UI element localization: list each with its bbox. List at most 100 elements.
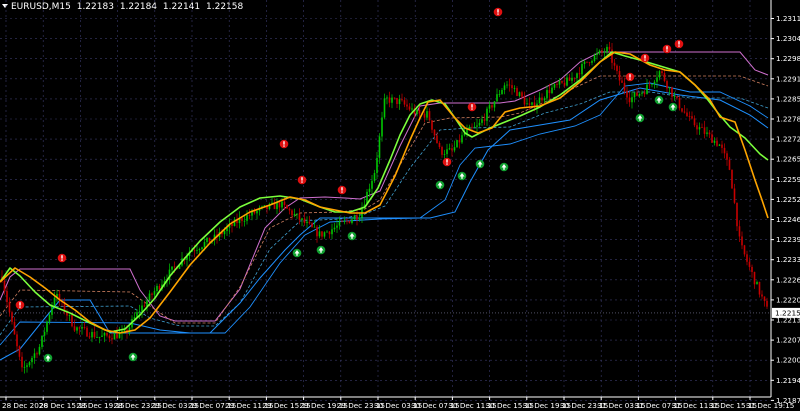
candle-body — [198, 248, 201, 250]
candle-body — [46, 321, 48, 332]
candle-body — [441, 146, 443, 155]
candle-body — [11, 312, 13, 322]
candle-body — [606, 46, 608, 53]
candle-body — [503, 85, 506, 90]
candle-body — [481, 119, 483, 123]
candle-body — [576, 73, 578, 78]
red-exclamation-circle-icon — [297, 175, 307, 185]
candle-body — [706, 132, 708, 134]
candle-body — [93, 331, 96, 338]
candle-body — [246, 215, 248, 221]
candle-body — [551, 87, 553, 94]
candle-body — [761, 294, 763, 297]
red-exclamation-circle-icon — [467, 102, 477, 112]
candle-body — [388, 97, 391, 103]
candle-body — [313, 226, 316, 228]
price-tick-label: 1.23110 — [776, 14, 800, 23]
candle-body — [543, 98, 546, 101]
candle-body — [678, 97, 681, 109]
candle-body — [123, 330, 126, 331]
candle-body — [648, 84, 651, 86]
candle-body — [338, 221, 341, 226]
buy-signal-stem — [47, 358, 49, 361]
sell-signal-dot — [666, 50, 668, 52]
candle-body — [383, 98, 386, 118]
candle-body — [346, 220, 348, 222]
candle-body — [326, 231, 328, 233]
buy-signal-stem — [320, 250, 322, 253]
buy-signal-stem — [503, 167, 505, 170]
candle-body — [231, 223, 233, 226]
candle-body — [396, 98, 398, 105]
candle-body — [701, 127, 703, 128]
candle-body — [446, 149, 448, 155]
price-tick-label: 1.22005 — [776, 356, 800, 365]
candle-body — [51, 305, 53, 315]
buy-signal-stem — [132, 357, 134, 360]
sell-signal-bar — [678, 41, 680, 45]
price-axis[interactable]: 1.23110 1.23045 1.22980 1.22915 1.22850 1.227… — [771, 14, 800, 405]
candle-body — [571, 77, 573, 81]
candle-body — [303, 218, 306, 223]
candle-body — [711, 134, 713, 143]
candle-body — [541, 97, 543, 101]
candle-body — [653, 81, 656, 85]
candle-body — [583, 61, 586, 64]
candle-body — [478, 122, 481, 126]
current-price-label: 1.22158 — [775, 308, 800, 317]
candle-body — [398, 99, 401, 105]
price-tick-label: 1.22720 — [776, 135, 800, 144]
candle-body — [141, 305, 143, 312]
candle-body — [371, 180, 373, 189]
candle-body — [433, 129, 436, 136]
candle-body — [686, 112, 688, 117]
candle-body — [486, 108, 488, 121]
candle-body — [223, 231, 226, 235]
candle-body — [278, 202, 281, 208]
candle-body — [713, 140, 716, 143]
buy-signal-stem — [479, 164, 481, 167]
candle-body — [296, 213, 298, 215]
candle-body — [641, 92, 643, 94]
candle-body — [291, 210, 293, 216]
candle-body — [461, 135, 463, 143]
candle-body — [766, 300, 768, 307]
price-tick-label: 1.22590 — [776, 175, 800, 184]
sell-signal-bar — [341, 187, 343, 191]
candle-body — [206, 237, 208, 242]
buy-signal-stem — [461, 176, 463, 179]
candle-body — [456, 140, 458, 148]
candle-body — [301, 218, 303, 220]
green-up-arrow-circle-icon — [499, 162, 509, 172]
sell-signal-dot — [446, 163, 448, 165]
candle-body — [718, 144, 721, 146]
candle-body — [673, 96, 676, 98]
candle-body — [321, 231, 323, 237]
candle-body — [703, 127, 706, 134]
candle-body — [538, 97, 541, 104]
green-up-arrow-circle-icon — [347, 231, 357, 241]
candle-body — [546, 90, 548, 99]
candle-body — [356, 215, 358, 220]
candle-body — [643, 92, 646, 95]
green-up-arrow-circle-icon — [435, 180, 445, 190]
candle-body — [698, 127, 701, 130]
candle-body — [158, 285, 161, 290]
candle-body — [306, 221, 308, 223]
green-up-arrow-circle-icon — [43, 353, 53, 363]
candle-body — [13, 321, 16, 335]
candle-body — [608, 46, 611, 50]
candle-body — [591, 60, 593, 63]
candle-body — [556, 84, 558, 85]
candle-body — [676, 96, 678, 98]
price-chart[interactable]: 1.23110 1.23045 1.22980 1.22915 1.22850 1.227… — [0, 0, 800, 411]
candle-body — [143, 305, 146, 307]
candle-body — [621, 80, 623, 83]
time-axis[interactable]: 28 Dec 202028 Dec 15:1528 Dec 19:1528 De… — [2, 397, 794, 410]
candle-body — [568, 77, 571, 81]
candle-body — [331, 229, 333, 235]
sell-signal-dot — [629, 78, 631, 80]
candle-body — [153, 291, 156, 295]
green-up-arrow-circle-icon — [316, 245, 326, 255]
price-tick-label: 1.22655 — [776, 155, 800, 164]
